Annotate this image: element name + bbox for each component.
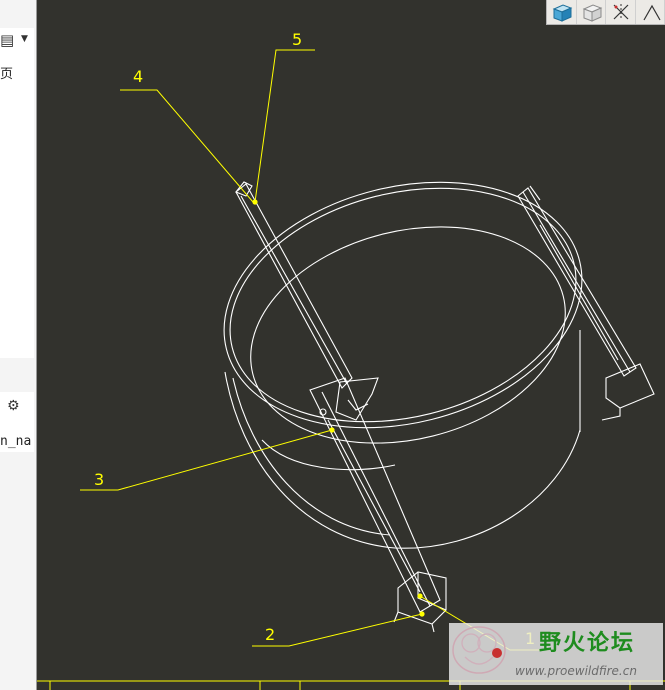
callout-leaders	[80, 49, 548, 651]
callout-label-3: 3	[94, 470, 104, 489]
graphics-viewport[interactable]: 5 4 3 2 1 野火论坛 www.proewildfire.cn	[37, 0, 665, 690]
watermark-logo	[452, 626, 506, 674]
callout-4-leader	[120, 89, 254, 203]
sketch-display-icon[interactable]	[606, 0, 636, 24]
cad-drawing: 5 4 3 2 1	[37, 30, 665, 690]
side-bracket	[517, 185, 655, 421]
watermark-url: www.proewildfire.cn	[515, 664, 637, 678]
callout-label-5: 5	[292, 30, 302, 49]
display-toolbar	[546, 0, 665, 25]
shaded-cube-icon[interactable]	[547, 0, 577, 24]
forum-watermark: 野火论坛 www.proewildfire.cn	[449, 623, 663, 685]
watermark-title: 野火论坛	[539, 631, 636, 656]
main-bracket-bar	[235, 181, 447, 633]
datum-plane-icon[interactable]	[636, 0, 665, 24]
filter-settings-icon[interactable]: ⚙	[7, 398, 20, 414]
callout-label-4: 4	[133, 67, 143, 86]
callout-2-leader	[252, 613, 423, 647]
chevron-down-icon[interactable]: ▼	[21, 34, 28, 44]
callout-5-leader	[254, 49, 315, 203]
panel-page-label: 页	[0, 67, 14, 82]
panel-name-fragment: n_na	[0, 434, 32, 449]
page-icon[interactable]: ▤	[0, 31, 14, 49]
model-tree-panel: ▤ ▼ 页 ⚙ n_na	[0, 0, 37, 690]
cylinder-drum	[223, 181, 583, 549]
hidden-line-icon[interactable]	[577, 0, 606, 24]
callout-label-2: 2	[265, 625, 275, 644]
